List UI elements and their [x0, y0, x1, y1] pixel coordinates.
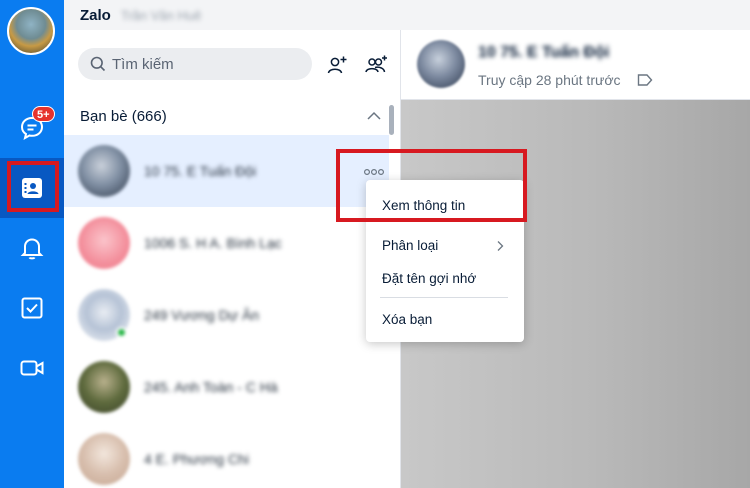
menu-item-unfriend[interactable]: Xóa bạn: [382, 312, 432, 327]
title-user-name: Trần Văn Huê: [120, 7, 202, 23]
contacts-icon: [22, 178, 42, 198]
chevron-right-icon: [497, 241, 504, 251]
contact-name: 4 E. Phương Chi: [144, 451, 249, 467]
contact-avatar: [78, 217, 130, 269]
search-box[interactable]: [78, 48, 312, 80]
menu-divider: [380, 297, 508, 298]
chat-header: 10 75. E Tuấn Đội Truy cập 28 phút trước: [401, 30, 750, 100]
menu-item-set-nickname[interactable]: Đặt tên gợi nhớ: [382, 271, 476, 286]
rail-chat-button[interactable]: [0, 98, 64, 158]
left-nav-rail: 5+: [0, 0, 64, 488]
contact-avatar: [78, 433, 130, 485]
contact-name: 10 75. E Tuấn Đội: [144, 163, 257, 179]
rail-notifications-button[interactable]: [0, 218, 64, 278]
title-bar: Zalo Trần Văn Huê: [64, 0, 750, 30]
contact-avatar: [78, 289, 130, 341]
more-options-button[interactable]: [363, 164, 385, 179]
contact-avatar: [78, 145, 130, 197]
add-friend-icon: [327, 56, 347, 74]
contact-name: 1006 S. H A. Bình Lạc: [144, 235, 282, 251]
friends-section-header[interactable]: Bạn bè (666): [80, 108, 167, 125]
chat-last-seen: Truy cập 28 phút trước: [478, 72, 621, 88]
chevron-up-icon[interactable]: [366, 110, 382, 122]
menu-item-view-info[interactable]: Xem thông tin: [382, 198, 465, 213]
rail-contacts-button[interactable]: [0, 158, 64, 218]
rail-todo-button[interactable]: [0, 278, 64, 338]
more-dots-icon: [363, 168, 385, 176]
add-group-icon: [365, 55, 387, 73]
add-friend-button[interactable]: [324, 52, 350, 78]
contact-row[interactable]: 1006 S. H A. Bình Lạc: [64, 207, 389, 279]
chat-avatar[interactable]: [417, 40, 465, 88]
contacts-panel: Bạn bè (666) 10 75. E Tuấn Đội 1006 S. H…: [64, 30, 401, 488]
contact-name: 249 Vương Dự Ân: [144, 307, 260, 323]
contact-avatar: [78, 361, 130, 413]
scrollbar-thumb[interactable]: [389, 105, 394, 135]
bell-icon: [20, 238, 44, 260]
menu-item-classify[interactable]: Phân loại: [382, 238, 438, 253]
search-input[interactable]: [112, 55, 302, 73]
contact-row[interactable]: 245. Anh Toàn - C Hà: [64, 351, 389, 423]
contact-row[interactable]: 10 75. E Tuấn Đội: [64, 135, 389, 207]
contact-name: 245. Anh Toàn - C Hà: [144, 379, 278, 395]
create-group-button[interactable]: [363, 52, 389, 78]
chat-contact-name[interactable]: 10 75. E Tuấn Đội: [478, 44, 609, 62]
contact-row[interactable]: 249 Vương Dự Ân: [64, 279, 389, 351]
rail-video-call-button[interactable]: [0, 338, 64, 398]
contact-row[interactable]: 4 E. Phương Chi: [64, 423, 389, 488]
tag-icon[interactable]: [637, 73, 653, 87]
online-status-dot: [116, 327, 127, 338]
search-icon: [90, 56, 106, 72]
contact-context-menu: Xem thông tin Phân loại Đặt tên gợi nhớ …: [366, 180, 524, 342]
todo-check-icon: [21, 297, 43, 319]
my-avatar[interactable]: [7, 7, 55, 55]
video-call-icon: [20, 360, 44, 376]
app-title: Zalo: [80, 6, 111, 24]
unread-badge: 5+: [32, 106, 55, 122]
